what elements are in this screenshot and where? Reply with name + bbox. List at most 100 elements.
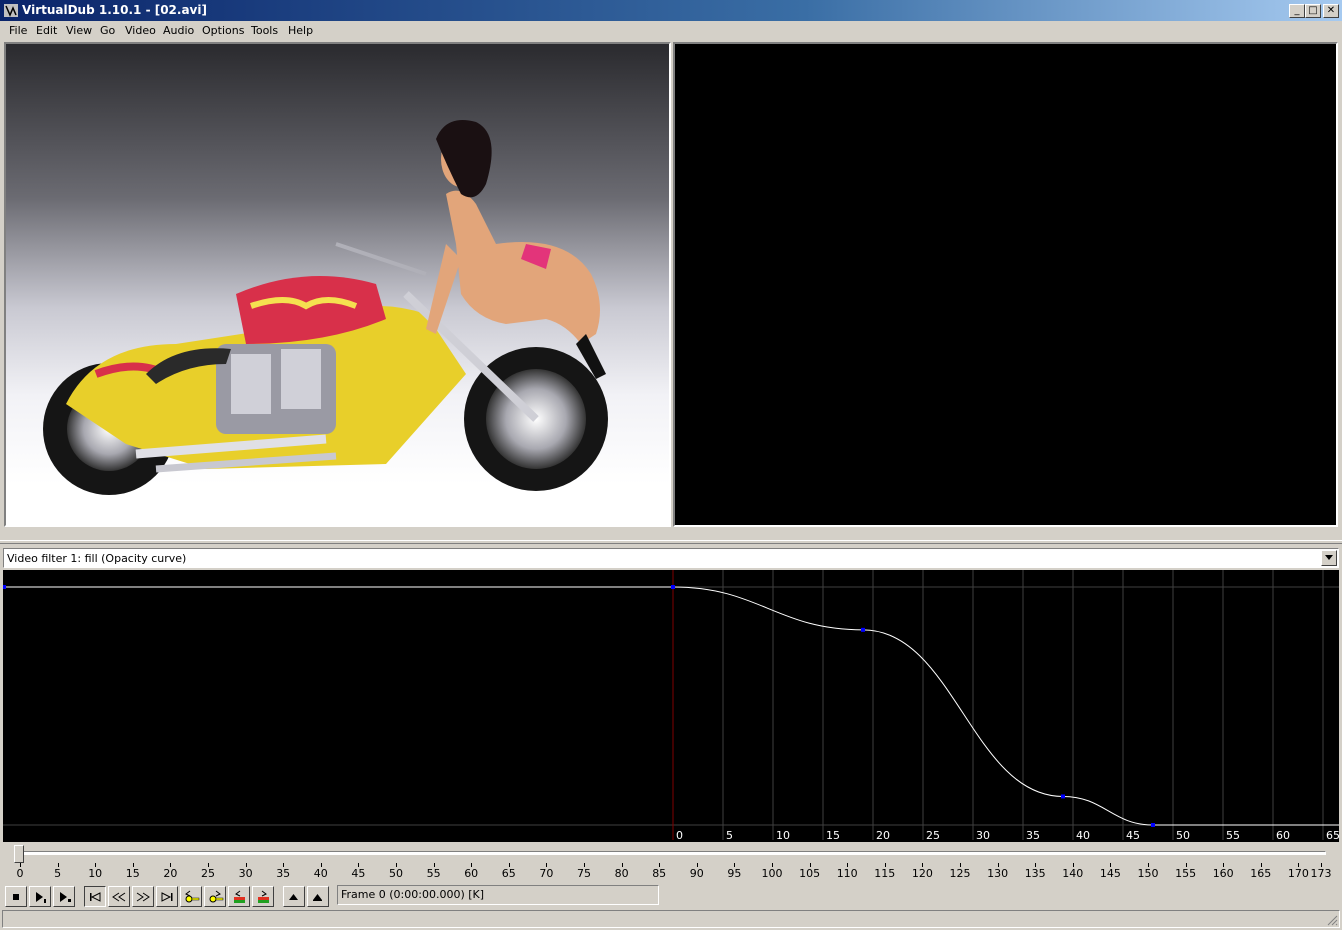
mark-out-button[interactable] [307,886,329,907]
menu-help[interactable]: Help [288,24,313,37]
timeline-tick-label: 70 [539,867,554,880]
timeline-tick-label: 85 [652,867,667,880]
timeline-tick-label: 100 [761,867,783,880]
timeline-tick-label: 130 [987,867,1009,880]
play-output-icon [60,892,71,902]
play-input-icon [36,892,46,903]
timeline-tick-label: 40 [313,867,328,880]
menu-go[interactable]: Go [100,24,115,37]
curve-editor-canvas[interactable]: 0 5 10 15 20 25 30 35 40 45 50 55 60 65 [3,570,1340,842]
timeline-tick-label: 65 [501,867,516,880]
menu-bar: File Edit View Go Video Audio Options To… [0,21,1342,41]
prev-key-icon [185,890,200,903]
maximize-button[interactable]: □ [1305,4,1321,18]
next-scene-icon [258,890,269,903]
timeline-tick-label: 35 [276,867,291,880]
mark-in-button[interactable] [283,886,305,907]
pane-splitter[interactable] [0,540,1342,544]
window-title: VirtualDub 1.10.1 - [02.avi] [22,3,207,17]
stop-icon [13,894,19,900]
next-scene-button[interactable] [252,886,274,907]
curve-editor[interactable]: 0 5 10 15 20 25 30 35 40 45 50 55 60 65 [3,570,1340,842]
timeline-tick-label: 145 [1099,867,1121,880]
prev-scene-icon [234,890,245,903]
virtualdub-app-icon[interactable] [4,4,18,17]
opacity-curve[interactable] [3,586,1339,826]
timeline-tick-label: 20 [163,867,178,880]
timeline-tick-label: 80 [614,867,629,880]
status-bar [2,910,1340,928]
timeline-tick-label: 150 [1137,867,1159,880]
go-end-button[interactable] [156,886,178,907]
menu-options[interactable]: Options [202,24,244,37]
timeline-trackbar[interactable]: 0 5 10 15 20 25 30 35 40 45 50 55 60 65 70 75 80 85 90 95 10… [0,843,1342,883]
curve-frame-label: 20 [876,829,890,842]
timeline-tick-label: 155 [1175,867,1197,880]
timeline-channel [14,851,1326,855]
chevron-down-icon [1325,555,1333,560]
timeline-tick-label: 60 [464,867,479,880]
stop-button[interactable] [5,886,27,907]
menu-video[interactable]: Video [125,24,156,37]
go-start-button[interactable] [84,886,106,907]
go-start-icon [90,892,101,902]
timeline-tick-label: 0 [16,867,24,880]
curve-keyframe-point[interactable] [671,585,675,589]
menu-edit[interactable]: Edit [36,24,57,37]
curve-keyframe-point[interactable] [1151,823,1155,827]
menu-tools[interactable]: Tools [251,24,278,37]
timeline-tick-label: 30 [238,867,253,880]
play-input-button[interactable] [29,886,51,907]
timeline-tick-label: 110 [836,867,858,880]
timeline-tick-label: 105 [799,867,821,880]
next-frame-button[interactable] [132,886,154,907]
timeline-tick-label: 45 [351,867,366,880]
timeline-tick-label: 125 [949,867,971,880]
prev-key-button[interactable] [180,886,202,907]
next-key-button[interactable] [204,886,226,907]
curve-frame-label: 25 [926,829,940,842]
dropdown-button[interactable] [1321,550,1337,566]
curve-frame-label: 40 [1076,829,1090,842]
curve-frame-label: 30 [976,829,990,842]
close-button[interactable]: ✕ [1323,4,1339,18]
timeline-tick-label: 140 [1062,867,1084,880]
prev-scene-button[interactable] [228,886,250,907]
menu-file[interactable]: File [9,24,27,37]
close-icon: ✕ [1326,5,1336,16]
timeline-tick-label: 55 [426,867,441,880]
timeline-tick-label: 75 [577,867,591,880]
timeline-tick-label: 5 [54,867,62,880]
curve-frame-label: 10 [776,829,790,842]
prev-frame-button[interactable] [108,886,130,907]
timeline-tick-label: 120 [911,867,933,880]
play-output-button[interactable] [53,886,75,907]
curve-start-point[interactable] [3,585,6,589]
timeline-tick-label: 15 [125,867,140,880]
timeline-thumb[interactable] [14,845,24,863]
output-video-pane[interactable] [673,42,1338,527]
input-video-pane[interactable] [4,42,671,527]
menu-view[interactable]: View [66,24,92,37]
curve-keyframe-point[interactable] [1061,794,1065,799]
curve-frame-label: 50 [1176,829,1190,842]
curve-keyframe-point[interactable] [861,627,865,632]
curve-filter-value: Video filter 1: fill (Opacity curve) [7,552,187,565]
frame-status: Frame 0 (0:00:00.000) [K] [337,885,659,905]
next-frame-icon [136,892,150,902]
minimize-icon: _ [1294,5,1300,16]
timeline-tick-label: 160 [1212,867,1234,880]
menu-audio[interactable]: Audio [163,24,194,37]
resize-grip-icon[interactable] [1326,914,1338,926]
curve-filter-select[interactable]: Video filter 1: fill (Opacity curve) [3,548,1339,568]
curve-frame-label: 15 [826,829,840,842]
timeline-tick-label: 50 [389,867,403,880]
timeline-tick-label: 165 [1250,867,1272,880]
minimize-button[interactable]: _ [1289,4,1305,18]
mark-out-icon [313,894,322,901]
curve-frame-label: 5 [726,829,733,842]
timeline-tick-label: 10 [88,867,103,880]
go-end-icon [161,892,173,902]
curve-frame-label: 60 [1276,829,1290,842]
timeline-tick-label: 135 [1024,867,1046,880]
